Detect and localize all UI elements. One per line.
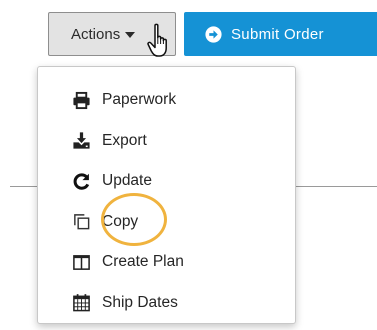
menu-item-label: Update — [102, 172, 152, 190]
menu-item-label: Ship Dates — [102, 293, 178, 311]
download-icon — [72, 131, 91, 150]
menu-item-update[interactable]: Update — [38, 161, 295, 202]
menu-item-paperwork[interactable]: Paperwork — [38, 80, 295, 121]
arrow-circle-right-icon — [205, 25, 222, 43]
menu-item-label: Paperwork — [102, 91, 177, 109]
actions-menu: Paperwork Export Update Copy Create Plan… — [37, 66, 296, 324]
printer-icon — [72, 91, 91, 110]
copy-icon — [72, 212, 91, 231]
menu-item-ship-dates[interactable]: Ship Dates — [38, 283, 295, 324]
menu-item-export[interactable]: Export — [38, 121, 295, 162]
menu-item-label: Export — [102, 131, 147, 149]
calendar-icon — [72, 293, 91, 312]
menu-item-copy[interactable]: Copy — [38, 202, 295, 243]
menu-item-label: Copy — [102, 212, 139, 230]
menu-item-create-plan[interactable]: Create Plan — [38, 242, 295, 283]
submit-order-label: Submit Order — [231, 25, 324, 43]
refresh-icon — [72, 172, 91, 191]
actions-label: Actions — [71, 25, 121, 43]
columns-icon — [72, 253, 91, 272]
actions-dropdown-button[interactable]: Actions — [48, 12, 176, 56]
submit-order-button[interactable]: Submit Order — [184, 12, 377, 56]
caret-down-icon — [125, 31, 136, 38]
menu-item-label: Create Plan — [102, 253, 184, 271]
